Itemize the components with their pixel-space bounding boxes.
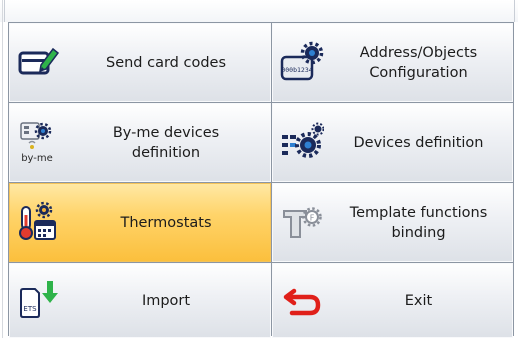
- send-card-codes-label: Send card codes: [105, 54, 227, 71]
- devices-definition-label: Devices definition: [353, 134, 484, 151]
- exit-label: Exit: [404, 292, 433, 309]
- svg-text:F: F: [310, 213, 315, 222]
- address-objects-configuration-button[interactable]: 000b1234 Address/Objects Configuration: [272, 23, 513, 102]
- template-functions-binding-label: Template functions binding: [349, 204, 488, 241]
- by-me-devices-definition-button[interactable]: by-me By-me devices definition: [9, 103, 271, 182]
- toolbar-divider: [514, 0, 515, 22]
- address-objects-configuration-label: Address/Objects Configuration: [359, 44, 478, 81]
- toolbar-divider: [4, 0, 5, 22]
- window-edge: [2, 0, 3, 338]
- devices-gear-icon: [280, 121, 324, 165]
- ets-icon-text: ETS: [23, 305, 37, 313]
- byme-gear-icon: by-me: [17, 121, 61, 165]
- thermostats-label: Thermostats: [120, 214, 212, 231]
- exit-button[interactable]: Exit: [272, 263, 513, 338]
- devices-definition-button[interactable]: Devices definition: [272, 103, 513, 182]
- commands-panel: Send card codes 000b1234 Address/Objects…: [8, 22, 514, 338]
- commands-grid: Send card codes 000b1234 Address/Objects…: [9, 23, 513, 338]
- import-label: Import: [141, 292, 191, 309]
- card-pencil-icon: [17, 41, 61, 85]
- address-gear-icon: 000b1234: [280, 41, 324, 85]
- byme-icon-text: by-me: [21, 153, 53, 164]
- thermometer-calendar-icon: [17, 201, 61, 245]
- exit-arrow-icon: [280, 279, 324, 323]
- thermostats-button[interactable]: Thermostats: [9, 183, 271, 262]
- by-me-devices-definition-label: By-me devices definition: [112, 124, 220, 161]
- template-functions-binding-button[interactable]: F Template functions binding: [272, 183, 513, 262]
- send-card-codes-button[interactable]: Send card codes: [9, 23, 271, 102]
- ets-import-icon: ETS: [17, 279, 61, 323]
- template-gear-icon: F: [280, 201, 324, 245]
- import-button[interactable]: ETS Import: [9, 263, 271, 338]
- address-icon-text: 000b1234: [281, 66, 312, 74]
- top-toolbar-strip: [0, 0, 518, 22]
